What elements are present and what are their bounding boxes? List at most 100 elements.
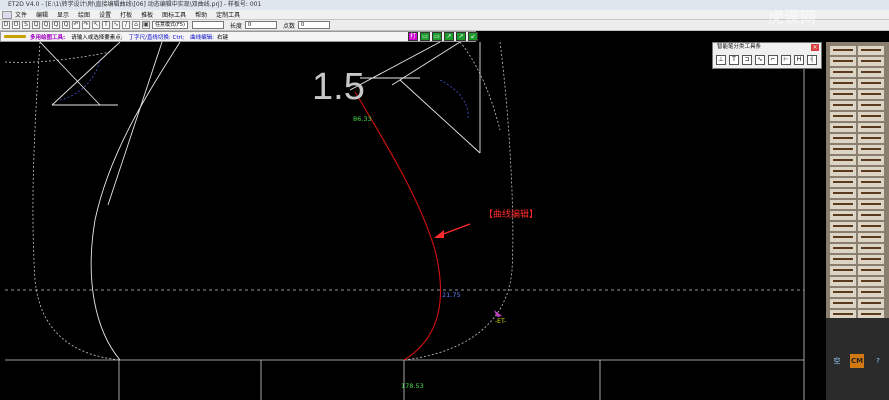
tool-icon[interactable] — [830, 167, 856, 176]
menu-file[interactable]: 文件 — [15, 10, 27, 19]
tool-icon[interactable] — [858, 178, 884, 187]
select-button[interactable]: ↖ — [92, 21, 100, 29]
tool-icon[interactable] — [858, 189, 884, 198]
new-file-button[interactable]: D — [2, 21, 10, 29]
tool-icon[interactable] — [858, 266, 884, 275]
tool-icon[interactable] — [858, 244, 884, 253]
curve-tool-icon[interactable]: ∿ — [755, 55, 765, 65]
tool-icon[interactable] — [830, 244, 856, 253]
tool-icon[interactable] — [830, 156, 856, 165]
tool-icon[interactable] — [858, 112, 884, 121]
cm-button[interactable]: CM — [850, 354, 864, 368]
tool-icon[interactable] — [858, 101, 884, 110]
mode-button-arrow[interactable]: ↗ — [444, 32, 454, 41]
mode-button-rect[interactable]: ▭ — [420, 32, 430, 41]
tool-icon[interactable] — [858, 167, 884, 176]
menu-settings[interactable]: 设置 — [99, 10, 111, 19]
parallel-tool-icon[interactable]: H — [794, 55, 804, 65]
t-square-tool-icon[interactable]: T — [729, 55, 739, 65]
menu-grading[interactable]: 推板 — [141, 10, 153, 19]
menu-custom-tools[interactable]: 定制工具 — [216, 10, 240, 19]
menu-edit[interactable]: 编辑 — [36, 10, 48, 19]
tool-icon[interactable] — [858, 145, 884, 154]
corner-tool-icon[interactable]: ⌐ — [768, 55, 778, 65]
tool-icon[interactable] — [858, 46, 884, 55]
tool-icon[interactable] — [830, 79, 856, 88]
curve-button[interactable]: ∿ — [112, 21, 120, 29]
tool-icon[interactable] — [858, 90, 884, 99]
tool-icon[interactable] — [830, 123, 856, 132]
mode-button-arrow-2[interactable]: ↗ — [456, 32, 466, 41]
tool-icon[interactable] — [830, 134, 856, 143]
length-label-1: 86.33 — [353, 115, 372, 123]
length-field[interactable]: 0 — [244, 21, 277, 29]
drawing-canvas[interactable]: 1.5 86.33 21.75 178.53 -ET- 【曲线编辑】 — [0, 42, 826, 400]
tool-icon[interactable] — [830, 68, 856, 77]
tool-icon[interactable] — [830, 101, 856, 110]
help-button[interactable]: ? — [871, 354, 885, 368]
menu-draw[interactable]: 绘图 — [78, 10, 90, 19]
edited-curve[interactable] — [354, 91, 442, 361]
tool-icon[interactable] — [858, 156, 884, 165]
pencil-icon — [4, 35, 26, 38]
save-button[interactable]: S — [22, 21, 30, 29]
tool-icon[interactable] — [830, 46, 856, 55]
tool-icon[interactable] — [830, 178, 856, 187]
tool-icon[interactable] — [858, 123, 884, 132]
tool-icon[interactable] — [830, 211, 856, 220]
zoom-out-button[interactable]: Q — [52, 21, 60, 29]
menu-icon-tools[interactable]: 图标工具 — [162, 10, 186, 19]
blank-button[interactable]: 空 — [830, 354, 844, 368]
open-file-button[interactable]: O — [12, 21, 20, 29]
tool-icon[interactable] — [830, 90, 856, 99]
undo-button[interactable]: ↶ — [72, 21, 80, 29]
tool-icon[interactable] — [858, 222, 884, 231]
redo-button[interactable]: ↷ — [82, 21, 90, 29]
tool-icon[interactable] — [858, 68, 884, 77]
tool-icon[interactable] — [830, 233, 856, 242]
tool-icon[interactable] — [830, 145, 856, 154]
zoom-button[interactable]: Q — [32, 21, 40, 29]
mode-value-field[interactable] — [191, 21, 224, 29]
tool-icon[interactable] — [858, 134, 884, 143]
tool-icon[interactable] — [858, 79, 884, 88]
offset-tool-icon[interactable]: ⊢ — [781, 55, 791, 65]
tool-icon[interactable] — [830, 200, 856, 209]
mode-button-rect-2[interactable]: ▭ — [432, 32, 442, 41]
zoom-fit-button[interactable]: Q — [62, 21, 70, 29]
tool-icon[interactable] — [830, 57, 856, 66]
text-button[interactable]: T — [102, 21, 110, 29]
line-button[interactable]: / — [122, 21, 130, 29]
tool-icon[interactable] — [830, 189, 856, 198]
close-icon[interactable]: × — [811, 44, 819, 51]
mode-button-arrow-3[interactable]: ↙ — [468, 32, 478, 41]
tool-icon[interactable] — [830, 255, 856, 264]
tool-icon[interactable] — [858, 299, 884, 308]
menu-help[interactable]: 帮助 — [195, 10, 207, 19]
tool-icon[interactable] — [830, 112, 856, 121]
mode-select[interactable]: 任意模式(F5) — [152, 21, 188, 29]
home-button[interactable]: ⌂ — [132, 21, 140, 29]
mode-button-print[interactable]: 打 — [408, 32, 418, 41]
tool-icon[interactable] — [858, 211, 884, 220]
tool-icon[interactable] — [830, 277, 856, 286]
tool-icon[interactable] — [830, 266, 856, 275]
tool-icon[interactable] — [858, 57, 884, 66]
system-menu-icon[interactable] — [2, 10, 12, 19]
tool-icon[interactable] — [830, 299, 856, 308]
zoom-in-button[interactable]: Q — [42, 21, 50, 29]
menu-pattern[interactable]: 打板 — [120, 10, 132, 19]
tool-icon[interactable] — [858, 255, 884, 264]
tool-icon[interactable] — [858, 288, 884, 297]
tool-icon[interactable] — [830, 288, 856, 297]
grid-button[interactable]: ▣ — [142, 21, 150, 29]
menu-view[interactable]: 显示 — [57, 10, 69, 19]
perpendicular-tool-icon[interactable]: ⊥ — [716, 55, 726, 65]
tool-icon[interactable] — [858, 277, 884, 286]
bracket-tool-icon[interactable]: ⊐ — [742, 55, 752, 65]
tool-icon[interactable] — [858, 200, 884, 209]
tool-icon[interactable] — [830, 222, 856, 231]
split-tool-icon[interactable]: ┤ — [807, 55, 817, 65]
points-field[interactable]: 0 — [298, 21, 330, 29]
tool-icon[interactable] — [858, 233, 884, 242]
